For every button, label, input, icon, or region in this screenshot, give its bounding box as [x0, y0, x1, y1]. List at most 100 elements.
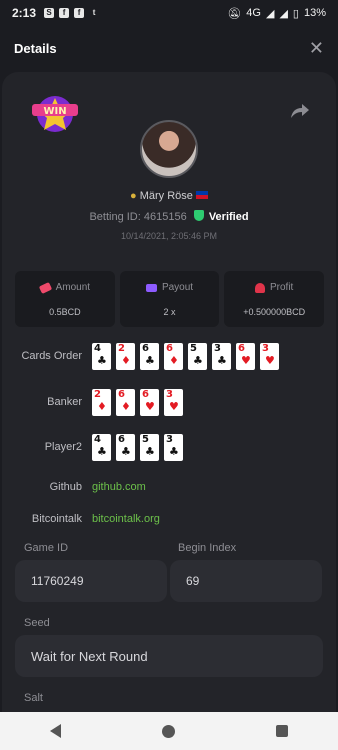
card-rank: 6: [142, 342, 149, 354]
win-badge-icon: WIN: [32, 96, 78, 132]
battery-percent: 13%: [303, 7, 326, 19]
details-panel: WIN ● Märy Röse Betting ID: 4615156 Veri…: [2, 72, 336, 712]
shield-check-icon: [193, 210, 204, 221]
status-right: 🔕︎ 4G ◢ ◢ ▯ 13%: [227, 7, 326, 20]
playing-card: 3 ♥: [164, 388, 183, 416]
game-id-field[interactable]: 11760249: [15, 560, 167, 602]
card-suit-icon: ♣: [145, 353, 155, 367]
card-suit-icon: ♥: [169, 399, 179, 413]
card-rank: 6: [142, 388, 149, 400]
signal-icon: ◢: [279, 7, 288, 20]
battery-icon: ▯: [292, 7, 299, 20]
card-rank: 6: [118, 388, 125, 400]
card-rank: 6: [238, 342, 245, 354]
network-label: 4G: [246, 7, 261, 19]
player2-cards: 4 ♣ 6 ♣ 5 ♣ 3 ♣: [92, 433, 183, 461]
signal-icon: ◢: [265, 7, 275, 20]
status-time: 2:13: [12, 6, 37, 20]
playing-card: 5 ♣: [188, 342, 207, 370]
playing-card: 2 ♦: [92, 388, 111, 416]
card-suit-icon: ♦: [97, 399, 107, 413]
card-suit-icon: ♣: [193, 353, 203, 367]
card-suit-icon: ♦: [121, 399, 131, 413]
card-suit-icon: ♣: [169, 444, 179, 458]
twitter-icon: t: [92, 8, 96, 17]
playing-card: 2 ♦: [116, 342, 135, 370]
stat-value: +0.500000BCD: [243, 307, 306, 317]
avatar: [140, 120, 198, 178]
card-rank: 5: [142, 433, 149, 445]
bitcointalk-link[interactable]: bitcointalk.org: [92, 513, 160, 525]
page-title: Details: [14, 40, 57, 56]
playing-card: 6 ♣: [116, 433, 135, 461]
begin-index-value: 69: [186, 574, 200, 588]
playing-card: 5 ♣: [140, 433, 159, 461]
amount-icon: [38, 281, 52, 294]
playing-card: 3 ♣: [164, 433, 183, 461]
playing-card: 3 ♥: [260, 342, 279, 370]
salt-label: Salt: [24, 692, 43, 704]
cards-order-label: Cards Order: [21, 350, 82, 362]
seed-label: Seed: [24, 617, 50, 629]
game-id-label: Game ID: [24, 542, 69, 554]
playing-card: 6 ♥: [236, 342, 255, 370]
begin-index-label: Begin Index: [178, 542, 237, 554]
card-suit-icon: ♣: [121, 444, 131, 458]
card-suit-icon: ♥: [265, 353, 275, 367]
cards-order-cards: 4 ♣ 2 ♦ 6 ♣ 6 ♦ 5 ♣ 3 ♣ 6 ♥ 3 ♥: [92, 342, 279, 370]
player2-row: Player2 4 ♣ 6 ♣ 5 ♣ 3 ♣: [2, 433, 336, 461]
card-rank: 2: [94, 388, 101, 400]
cards-order-row: Cards Order 4 ♣ 2 ♦ 6 ♣ 6 ♦ 5 ♣ 3 ♣ 6 ♥ 3 ♥: [2, 342, 336, 370]
system-nav-bar: [0, 712, 338, 750]
betting-id-value: 4615156: [143, 211, 187, 223]
github-label: Github: [49, 481, 82, 493]
bitcointalk-row: Bitcointalk bitcointalk.org: [2, 505, 336, 533]
playing-card: 6 ♦: [116, 388, 135, 416]
verified-label: Verified: [208, 211, 249, 223]
stats-row: Amount 0.5BCD Payout 2 x Profit +0.50000…: [15, 271, 325, 327]
card-suit-icon: ♥: [145, 399, 155, 413]
philippines-flag-icon: [195, 191, 208, 199]
card-rank: 5: [190, 342, 197, 354]
username-text: Märy Röse: [139, 190, 193, 202]
begin-index-field[interactable]: 69: [170, 560, 322, 602]
seed-value: Wait for Next Round: [31, 648, 148, 664]
username: ● Märy Röse: [2, 190, 336, 202]
card-suit-icon: ♣: [217, 353, 227, 367]
betting-id-line: Betting ID: 4615156 Verified: [2, 210, 336, 223]
badge-text: WIN: [43, 106, 66, 117]
stat-label: Payout: [161, 282, 194, 293]
stat-label: Profit: [270, 282, 294, 293]
bitcointalk-label: Bitcointalk: [31, 513, 82, 525]
facebook-icon: f: [59, 8, 70, 18]
card-rank: 4: [94, 342, 101, 354]
playing-card: 6 ♣: [140, 342, 159, 370]
close-icon[interactable]: ✕: [309, 38, 324, 59]
header: Details ✕: [0, 26, 338, 70]
back-icon[interactable]: [50, 724, 62, 738]
playing-card: 4 ♣: [92, 342, 111, 370]
card-rank: 3: [214, 342, 221, 354]
playing-card: 6 ♥: [140, 388, 159, 416]
banker-cards: 2 ♦ 6 ♦ 6 ♥ 3 ♥: [92, 388, 183, 416]
facebook-icon: f: [74, 8, 85, 18]
share-icon[interactable]: [290, 102, 310, 120]
bet-datetime: 10/14/2021, 2:05:46 PM: [120, 231, 218, 241]
card-rank: 3: [262, 342, 269, 354]
github-link[interactable]: github.com: [92, 481, 146, 493]
github-row: Github github.com: [2, 473, 336, 501]
banker-row: Banker 2 ♦ 6 ♦ 6 ♥ 3 ♥: [2, 388, 336, 416]
profit-icon: [255, 282, 265, 293]
seed-field[interactable]: Wait for Next Round: [15, 635, 323, 677]
card-rank: 3: [166, 433, 173, 445]
payout-icon: [145, 283, 157, 292]
home-icon[interactable]: [161, 724, 175, 738]
stat-payout: Payout 2 x: [119, 271, 220, 327]
card-suit-icon: ♣: [97, 353, 107, 367]
betting-id-label: Betting ID:: [89, 211, 141, 223]
card-rank: 6: [118, 433, 125, 445]
recents-icon[interactable]: [275, 725, 288, 737]
stat-label: Amount: [55, 282, 91, 293]
card-suit-icon: ♦: [121, 353, 131, 367]
playing-card: 4 ♣: [92, 433, 111, 461]
